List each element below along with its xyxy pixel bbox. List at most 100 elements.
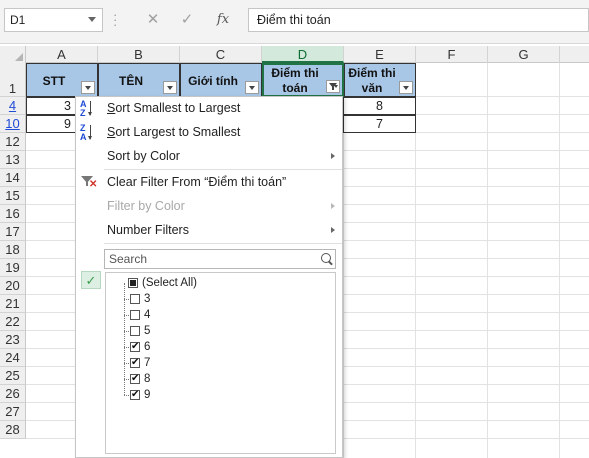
column-header-a[interactable]: A xyxy=(26,46,98,63)
formula-buttons: ✕ ✓ fx xyxy=(130,8,246,32)
header-cell-diem-van[interactable]: Điểm thi văn xyxy=(344,63,416,97)
chevron-down-icon[interactable] xyxy=(88,17,96,22)
menu-number-filters[interactable]: Number Filters xyxy=(107,219,337,241)
active-filter-button[interactable] xyxy=(326,80,340,93)
menu-sort-by-color[interactable]: Sort by Color xyxy=(107,145,337,167)
filter-value-item[interactable]: 7 xyxy=(118,355,318,371)
checkbox-label: 4 xyxy=(144,309,151,321)
filter-value-item[interactable]: 4 xyxy=(118,307,318,323)
menu-sort-descending-label: ort Largest to Smallest xyxy=(115,125,241,139)
cell-a10[interactable]: 9 xyxy=(26,115,76,133)
filter-dropdown-button[interactable] xyxy=(163,81,177,94)
header-cell-diem-toan[interactable]: Điểm thi toán xyxy=(262,63,344,97)
checkbox-label: 7 xyxy=(144,357,151,369)
header-cell-gioi-tinh[interactable]: Giới tính xyxy=(180,63,262,97)
confirm-icon[interactable]: ✓ xyxy=(172,8,202,32)
filter-value-item[interactable]: 9 xyxy=(118,387,318,403)
column-header-c[interactable]: C xyxy=(180,46,262,63)
more-options-icon: · · · xyxy=(113,7,118,32)
select-all-corner[interactable] xyxy=(0,46,26,63)
menu-sort-ascending[interactable]: Sort Smallest to Largest xyxy=(107,97,337,119)
filter-select-all[interactable]: (Select All) xyxy=(118,275,318,291)
row-header-25[interactable]: 25 xyxy=(0,367,26,385)
checkbox-label: (Select All) xyxy=(142,277,197,289)
chevron-right-icon xyxy=(331,203,335,209)
filter-dropdown-button[interactable] xyxy=(81,81,95,94)
filter-value-item[interactable]: 8 xyxy=(118,371,318,387)
menu-sort-descending[interactable]: Sort Largest to Smallest xyxy=(107,121,337,143)
row-header-26[interactable]: 26 xyxy=(0,385,26,403)
row-header-12[interactable]: 12 xyxy=(0,133,26,151)
checkbox[interactable] xyxy=(130,310,140,320)
row-header-27[interactable]: 27 xyxy=(0,403,26,421)
header-label-line1: Điểm thi xyxy=(271,66,319,80)
row-header-20[interactable]: 20 xyxy=(0,277,26,295)
name-box-value: D1 xyxy=(10,13,26,27)
name-box[interactable]: D1 xyxy=(4,8,103,32)
formula-input[interactable]: Điểm thi toán xyxy=(248,8,589,32)
row-header-13[interactable]: 13 xyxy=(0,151,26,169)
checkbox-label: 6 xyxy=(144,341,151,353)
column-header-g[interactable]: G xyxy=(488,46,560,63)
filter-value-item[interactable]: 5 xyxy=(118,323,318,339)
row-header-4[interactable]: 4 xyxy=(0,97,26,115)
row-header-14[interactable]: 14 xyxy=(0,169,26,187)
checkbox[interactable] xyxy=(130,371,140,387)
row-header-22[interactable]: 22 xyxy=(0,313,26,331)
header-label-line1: Điểm thi xyxy=(348,66,396,80)
column-header-e[interactable]: E xyxy=(344,46,416,63)
row-header-23[interactable]: 23 xyxy=(0,331,26,349)
cell-a4[interactable]: 3 xyxy=(26,97,76,115)
cell-e10[interactable]: 7 xyxy=(343,115,416,133)
checkbox[interactable] xyxy=(130,326,140,336)
chevron-right-icon xyxy=(331,153,335,159)
cancel-icon[interactable]: ✕ xyxy=(138,8,168,32)
checkbox[interactable] xyxy=(130,387,140,403)
filter-value-item[interactable]: 3 xyxy=(118,291,318,307)
row-header-15[interactable]: 15 xyxy=(0,187,26,205)
chevron-right-icon xyxy=(331,227,335,233)
checkbox[interactable] xyxy=(130,294,140,304)
row-header-17[interactable]: 17 xyxy=(0,223,26,241)
checkbox[interactable] xyxy=(128,278,138,288)
filter-value-item[interactable]: 6 xyxy=(118,339,318,355)
tree-connector xyxy=(124,315,129,317)
column-header-d[interactable]: D xyxy=(262,46,344,63)
menu-number-filters-label: Number Filters xyxy=(107,223,189,237)
tree-connector xyxy=(124,347,129,349)
menu-clear-filter[interactable]: Clear Filter From “Điểm thi toán” xyxy=(107,171,337,193)
header-cell-stt[interactable]: STT xyxy=(26,63,98,97)
checkbox-label: 9 xyxy=(144,389,151,401)
insert-function-icon[interactable]: fx xyxy=(208,8,238,32)
row-header-16[interactable]: 16 xyxy=(0,205,26,223)
search-icon-handle xyxy=(328,260,333,266)
row-header-18[interactable]: 18 xyxy=(0,241,26,259)
row-header-19[interactable]: 19 xyxy=(0,259,26,277)
checkbox-label: 5 xyxy=(144,325,151,337)
filter-search-input[interactable]: Search xyxy=(104,249,336,269)
sort-descending-icon: Z A xyxy=(80,124,98,144)
menu-separator xyxy=(104,169,342,170)
column-header-f[interactable]: F xyxy=(416,46,488,63)
header-label: STT xyxy=(42,74,66,88)
row-header-21[interactable]: 21 xyxy=(0,295,26,313)
tree-connector xyxy=(124,299,129,301)
filter-dropdown-button[interactable] xyxy=(245,81,259,94)
tree-connector xyxy=(124,379,129,381)
column-header-b[interactable]: B xyxy=(98,46,180,63)
menu-sort-ascending-label: ort Smallest to Largest xyxy=(115,101,241,115)
cell-e4[interactable]: 8 xyxy=(343,97,416,115)
menu-separator xyxy=(104,243,342,244)
checkbox[interactable] xyxy=(130,355,140,371)
header-cell-ten[interactable]: TÊN xyxy=(98,63,180,97)
row-header-10[interactable]: 10 xyxy=(0,115,26,133)
checkbox[interactable] xyxy=(130,339,140,355)
filter-dropdown-button[interactable] xyxy=(399,81,413,94)
filter-search-placeholder: Search xyxy=(109,252,148,266)
header-label-line2: văn xyxy=(361,81,383,95)
corner-triangle-icon xyxy=(15,53,23,61)
header-label-line2: toán xyxy=(282,81,308,95)
row-header-1[interactable]: 1 xyxy=(0,63,26,97)
row-header-24[interactable]: 24 xyxy=(0,349,26,367)
row-header-28[interactable]: 28 xyxy=(0,421,26,439)
